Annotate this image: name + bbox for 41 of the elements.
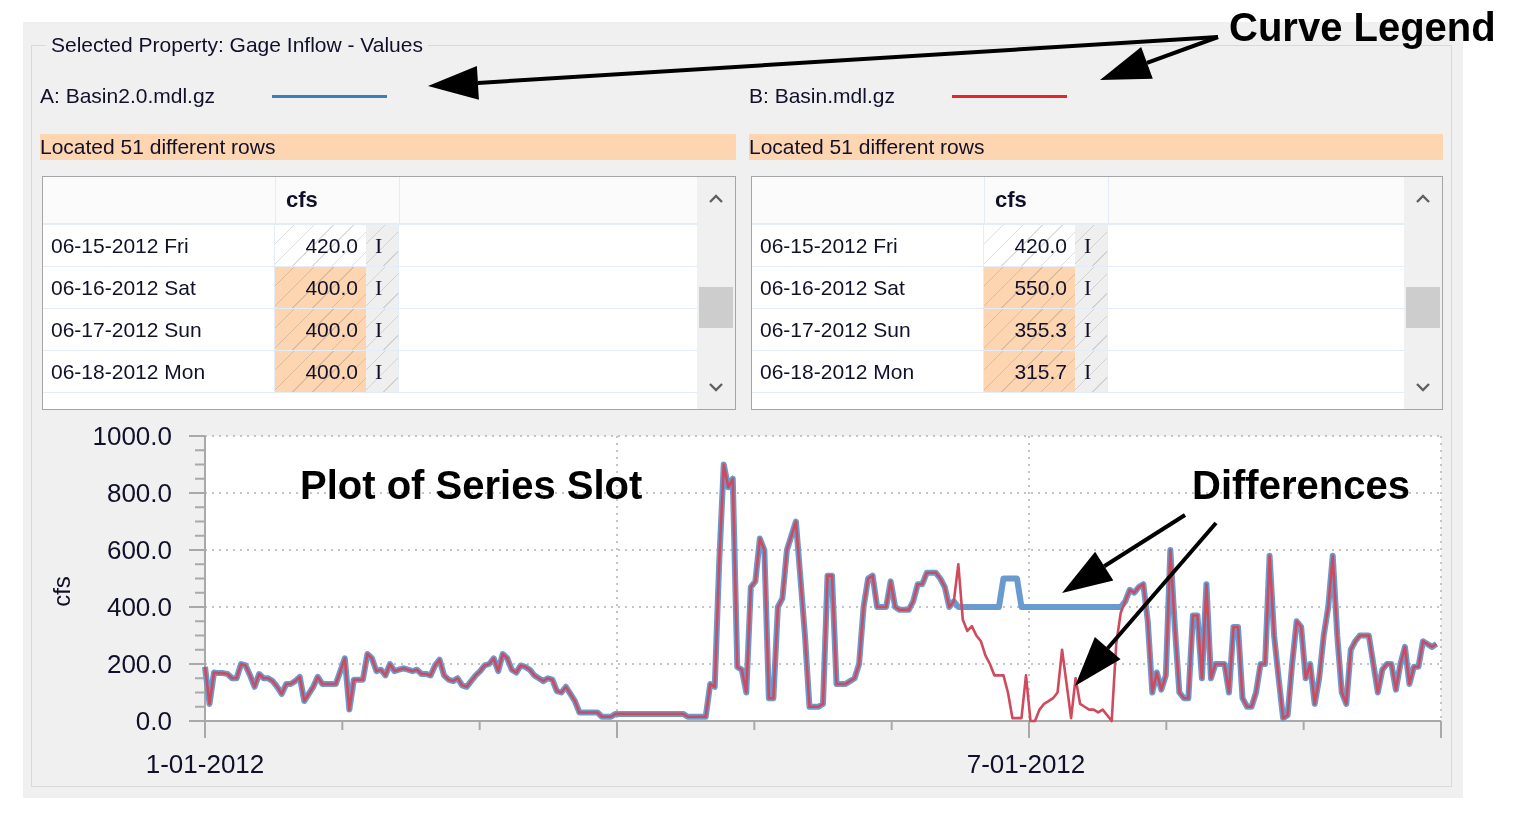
value-cell: 400.0 [275,267,366,308]
file-label: B: Basin.mdl.gz [749,84,895,108]
flag-cell: I [1075,351,1108,392]
flag-cell: I [1075,267,1108,308]
axis-label: 600.0 [106,535,172,565]
flag-cell: I [366,309,399,350]
callout-text: Plot of Series Slot [300,462,643,508]
axis-label: 1-01-2012 [145,749,265,778]
scroll-thumb[interactable] [1406,287,1440,328]
axis-label: 7-01-2012 [966,749,1086,778]
flag-cell: I [366,267,399,308]
chevron-down-icon [1415,382,1431,392]
value-cell: 550.0 [984,267,1075,308]
scroll-thumb[interactable] [699,287,733,328]
file-label: A: Basin2.0.mdl.gz [40,84,216,108]
status-banner: Located 51 different rows [40,134,736,160]
flag-cell: I [1075,225,1108,266]
group-title: Selected Property: Gage Inflow - Values [50,33,424,57]
axis-title: cfs [48,576,75,607]
axis-label: 400.0 [106,592,172,622]
value-cell: 400.0 [275,351,366,392]
flag-cell: I [366,351,399,392]
callout-text: Differences [1192,462,1410,508]
axis-label: 200.0 [106,649,172,679]
status-banner: Located 51 different rows [749,134,1443,160]
chevron-up-icon [708,194,724,204]
axis-label: 0.0 [135,706,172,736]
value-cell: 420.0 [984,225,1075,266]
value-cell: 420.0 [275,225,366,266]
column-header[interactable]: cfs [985,177,1109,223]
chevron-up-icon [1415,194,1431,204]
callout-text: Curve Legend [1229,4,1496,50]
axis-label: 1000.0 [92,421,172,451]
column-header[interactable]: cfs [276,177,400,223]
flag-cell: I [1075,309,1108,350]
value-cell: 315.7 [984,351,1075,392]
value-cell: 355.3 [984,309,1075,350]
axis-label: 800.0 [106,478,172,508]
value-cell: 400.0 [275,309,366,350]
chevron-down-icon [708,382,724,392]
flag-cell: I [366,225,399,266]
